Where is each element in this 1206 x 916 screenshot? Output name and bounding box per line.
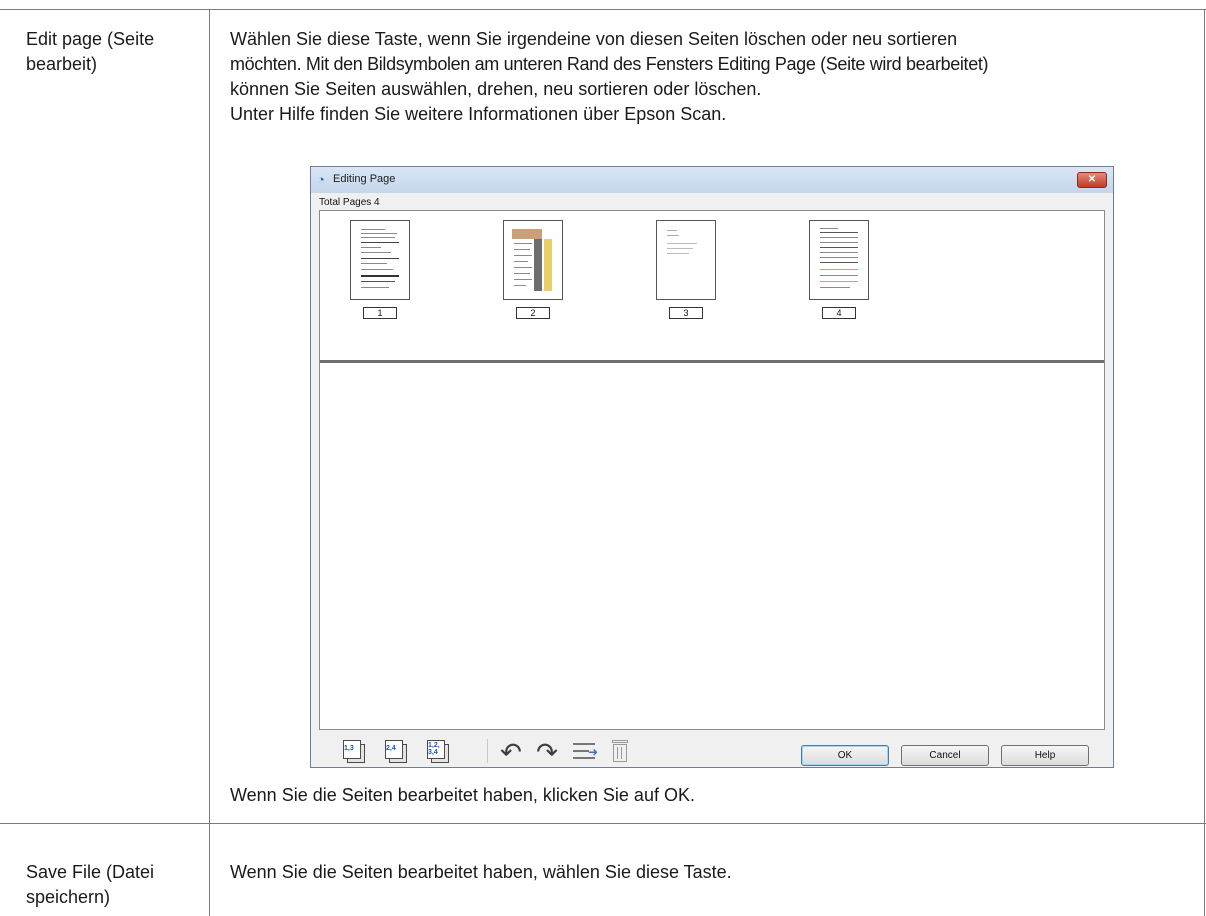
page-thumbnail-pane: 1 2 3 4 xyxy=(319,210,1105,730)
label-line: Save File (Datei xyxy=(26,862,155,882)
editing-page-window: ◔ Editing Page ✕ Total Pages 4 1 2 3 4 1… xyxy=(310,166,1114,768)
cancel-button[interactable]: Cancel xyxy=(901,745,989,766)
column-divider xyxy=(209,9,210,916)
icon-label: 1,3 xyxy=(344,745,354,752)
page-thumbnail[interactable] xyxy=(503,220,563,300)
toolbar-separator xyxy=(487,739,488,763)
row-label-save-file: Save File (Datei speichern) xyxy=(26,860,196,910)
label-line: speichern) xyxy=(26,887,111,907)
rotate-left-icon[interactable]: ↶ xyxy=(497,738,525,766)
window-titlebar: ◔ Editing Page ✕ xyxy=(311,167,1113,193)
page-preview xyxy=(661,225,711,295)
page-number-box: 1 xyxy=(363,307,397,319)
page-thumbnail[interactable] xyxy=(809,220,869,300)
page-number-box: 2 xyxy=(516,307,550,319)
page-preview xyxy=(814,225,864,295)
row-description-edit-page: Wählen Sie diese Taste, wenn Sie irgende… xyxy=(230,27,1190,127)
after-window-text: Wenn Sie die Seiten bearbeitet haben, kl… xyxy=(230,785,695,805)
page-preview xyxy=(355,225,405,295)
page-preview xyxy=(508,225,558,295)
close-icon[interactable]: ✕ xyxy=(1077,172,1107,188)
help-button[interactable]: Help xyxy=(1001,745,1089,766)
desc-line: Wählen Sie diese Taste, wenn Sie irgende… xyxy=(230,29,958,49)
desc-line: können Sie Seiten auswählen, drehen, neu… xyxy=(230,79,762,99)
label-line: bearbeit) xyxy=(26,54,98,74)
page-number-box: 3 xyxy=(669,307,703,319)
select-even-pages-icon[interactable]: 2,4 xyxy=(383,738,409,764)
icon-label: 2,4 xyxy=(386,745,396,752)
page-thumbnail[interactable] xyxy=(656,220,716,300)
select-odd-pages-icon[interactable]: 1,3 xyxy=(341,738,367,764)
row-description-save-file: Wenn Sie die Seiten bearbeitet haben, wä… xyxy=(230,862,732,882)
label-line: Edit page (Seite xyxy=(26,29,155,49)
desc-line: möchten. Mit den Bildsymbolen am unteren… xyxy=(230,54,989,74)
row-divider xyxy=(0,823,1206,824)
table-top-border xyxy=(0,9,1206,10)
select-all-pages-icon[interactable]: 1,2, 3,4 xyxy=(425,738,451,764)
page-thumbnail[interactable] xyxy=(350,220,410,300)
row-label-edit-page: Edit page (Seite bearbeit) xyxy=(26,27,196,77)
desc-line: Unter Hilfe finden Sie weitere Informati… xyxy=(230,104,727,124)
page-number-box: 4 xyxy=(822,307,856,319)
table-right-border xyxy=(1204,9,1205,916)
app-icon: ◔ xyxy=(317,172,325,187)
window-title: Editing Page xyxy=(333,173,396,185)
ok-button[interactable]: OK xyxy=(801,745,889,766)
total-pages-label: Total Pages 4 xyxy=(319,197,380,208)
rotate-right-icon[interactable]: ↷ xyxy=(533,738,561,766)
icon-label: 1,2, 3,4 xyxy=(428,742,440,756)
delete-page-icon[interactable] xyxy=(607,738,633,764)
preview-divider xyxy=(320,360,1104,363)
reorder-pages-icon[interactable]: ➜ xyxy=(571,738,598,764)
